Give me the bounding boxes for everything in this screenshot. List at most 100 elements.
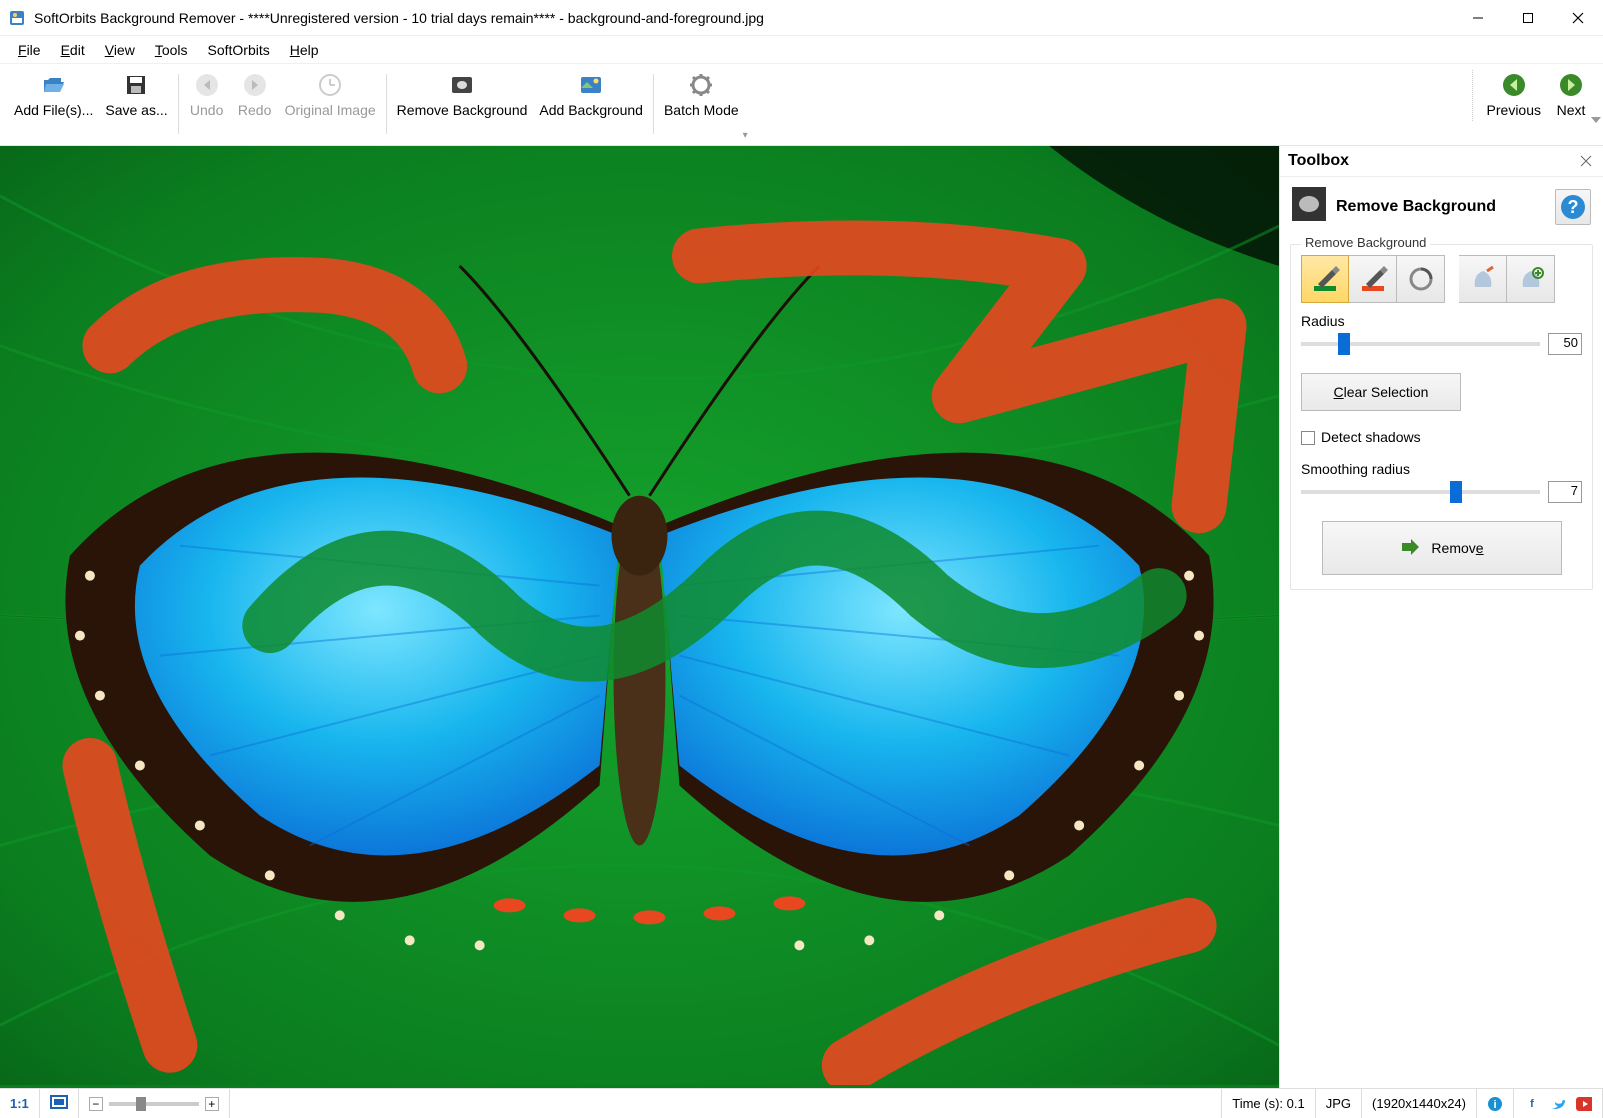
main-area: Toolbox Remove Background ? Remove Backg… xyxy=(0,146,1603,1088)
radius-value[interactable]: 50 xyxy=(1548,333,1582,355)
toolbar-separator xyxy=(653,74,654,134)
fit-screen-button[interactable] xyxy=(40,1089,79,1118)
toolbar: Add File(s)... Save as... Undo Redo Orig… xyxy=(0,64,1603,146)
menu-tools[interactable]: Tools xyxy=(147,40,196,60)
app-icon xyxy=(8,9,26,27)
help-icon: ? xyxy=(1559,193,1587,221)
remove-bg-label: Remove Background xyxy=(397,102,528,119)
remove-background-button[interactable]: Remove Background xyxy=(391,70,534,121)
menu-bar: File Edit View Tools SoftOrbits Help xyxy=(0,36,1603,64)
remove-button[interactable]: Remove xyxy=(1322,521,1562,575)
canvas-content xyxy=(0,146,1279,1085)
detect-shadows-label: Detect shadows xyxy=(1321,429,1421,445)
original-image-button[interactable]: Original Image xyxy=(279,70,382,121)
next-label: Next xyxy=(1557,102,1586,119)
help-button[interactable]: ? xyxy=(1555,189,1591,225)
dropdown-indicator-icon[interactable]: ▾ xyxy=(743,130,748,141)
svg-text:i: i xyxy=(1493,1099,1496,1111)
remove-bg-group: Remove Background Radius xyxy=(1290,244,1593,590)
shape-a-icon xyxy=(1469,265,1497,293)
window-controls xyxy=(1453,0,1603,36)
smoothing-slider[interactable] xyxy=(1301,490,1540,494)
eraser-tool[interactable] xyxy=(1397,255,1445,303)
menu-file[interactable]: File xyxy=(10,40,49,60)
zoom-out-button[interactable]: − xyxy=(89,1097,103,1111)
arrow-right-icon xyxy=(1399,536,1421,561)
minimize-button[interactable] xyxy=(1453,0,1503,36)
youtube-icon[interactable] xyxy=(1576,1096,1592,1112)
status-dimensions: (1920x1440x24) xyxy=(1362,1089,1477,1118)
toolbox-panel: Toolbox Remove Background ? Remove Backg… xyxy=(1279,146,1603,1088)
shape-b-icon xyxy=(1517,265,1545,293)
status-time: Time (s): 0.1 xyxy=(1222,1089,1315,1118)
radius-slider-row: 50 xyxy=(1301,333,1582,355)
window-title: SoftOrbits Background Remover - ****Unre… xyxy=(34,10,1453,26)
smoothing-slider-row: 7 xyxy=(1301,481,1582,503)
mask-tool-a[interactable] xyxy=(1459,255,1507,303)
close-button[interactable] xyxy=(1553,0,1603,36)
detect-shadows-checkbox[interactable]: Detect shadows xyxy=(1301,429,1421,445)
previous-label: Previous xyxy=(1487,102,1541,119)
eraser-icon xyxy=(1407,265,1435,293)
zoom-in-button[interactable]: + xyxy=(205,1097,219,1111)
toolbox-title: Toolbox xyxy=(1288,152,1577,170)
add-background-button[interactable]: Add Background xyxy=(533,70,649,121)
mask-tool-b[interactable] xyxy=(1507,255,1555,303)
smoothing-value[interactable]: 7 xyxy=(1548,481,1582,503)
foreground-marker-tool[interactable] xyxy=(1301,255,1349,303)
zoom-ratio-button[interactable]: 1:1 xyxy=(0,1089,40,1118)
image-canvas[interactable] xyxy=(0,146,1279,1088)
toolbox-heading-row: Remove Background ? xyxy=(1280,177,1603,236)
group-legend: Remove Background xyxy=(1301,235,1430,250)
add-files-label: Add File(s)... xyxy=(14,102,93,119)
undo-button[interactable]: Undo xyxy=(183,70,231,121)
radius-slider[interactable] xyxy=(1301,342,1540,346)
clear-selection-button[interactable]: Clear Selection xyxy=(1301,373,1461,411)
redo-button[interactable]: Redo xyxy=(231,70,279,121)
batch-mode-button[interactable]: Batch Mode xyxy=(658,70,745,121)
toolbox-heading: Remove Background xyxy=(1336,198,1496,216)
zoom-slider[interactable] xyxy=(109,1102,199,1106)
info-button[interactable]: i xyxy=(1477,1089,1514,1118)
toolbar-separator xyxy=(178,74,179,134)
toolbar-separator xyxy=(386,74,387,134)
add-files-button[interactable]: Add File(s)... xyxy=(8,70,99,121)
redo-icon xyxy=(242,72,268,98)
menu-edit[interactable]: Edit xyxy=(53,40,93,60)
smoothing-label: Smoothing radius xyxy=(1301,461,1582,477)
status-bar: 1:1 − + Time (s): 0.1 JPG (1920x1440x24)… xyxy=(0,1088,1603,1118)
radius-label: Radius xyxy=(1301,313,1582,329)
toolbox-close-button[interactable] xyxy=(1577,152,1595,170)
checkbox-icon xyxy=(1301,431,1315,445)
menu-help[interactable]: Help xyxy=(282,40,327,60)
maximize-button[interactable] xyxy=(1503,0,1553,36)
next-button[interactable]: Next xyxy=(1547,70,1595,121)
title-bar: SoftOrbits Background Remover - ****Unre… xyxy=(0,0,1603,36)
clock-icon xyxy=(317,72,343,98)
clear-selection-label: Clear Selection xyxy=(1334,384,1429,400)
original-label: Original Image xyxy=(285,102,376,119)
folder-open-icon xyxy=(41,72,67,98)
save-as-button[interactable]: Save as... xyxy=(99,70,173,121)
background-marker-tool[interactable] xyxy=(1349,255,1397,303)
remove-bg-icon xyxy=(449,72,475,98)
green-pencil-icon xyxy=(1310,264,1340,294)
redo-label: Redo xyxy=(238,102,271,119)
twitter-icon[interactable] xyxy=(1550,1096,1566,1112)
gear-icon xyxy=(688,72,714,98)
remove-label: Remove xyxy=(1431,540,1483,556)
oval-icon xyxy=(1292,187,1326,226)
menu-softorbits[interactable]: SoftOrbits xyxy=(200,40,278,60)
detect-shadows-row: Detect shadows xyxy=(1301,429,1582,447)
svg-text:?: ? xyxy=(1568,197,1579,217)
toolbar-nav-group: Previous Next xyxy=(1472,70,1595,121)
info-icon: i xyxy=(1487,1096,1503,1112)
previous-button[interactable]: Previous xyxy=(1481,70,1547,121)
menu-view[interactable]: View xyxy=(97,40,143,60)
status-format: JPG xyxy=(1316,1089,1362,1118)
facebook-icon[interactable]: f xyxy=(1524,1096,1540,1112)
toolbox-header: Toolbox xyxy=(1280,146,1603,177)
undo-icon xyxy=(194,72,220,98)
undo-label: Undo xyxy=(190,102,223,119)
red-pencil-icon xyxy=(1358,264,1388,294)
